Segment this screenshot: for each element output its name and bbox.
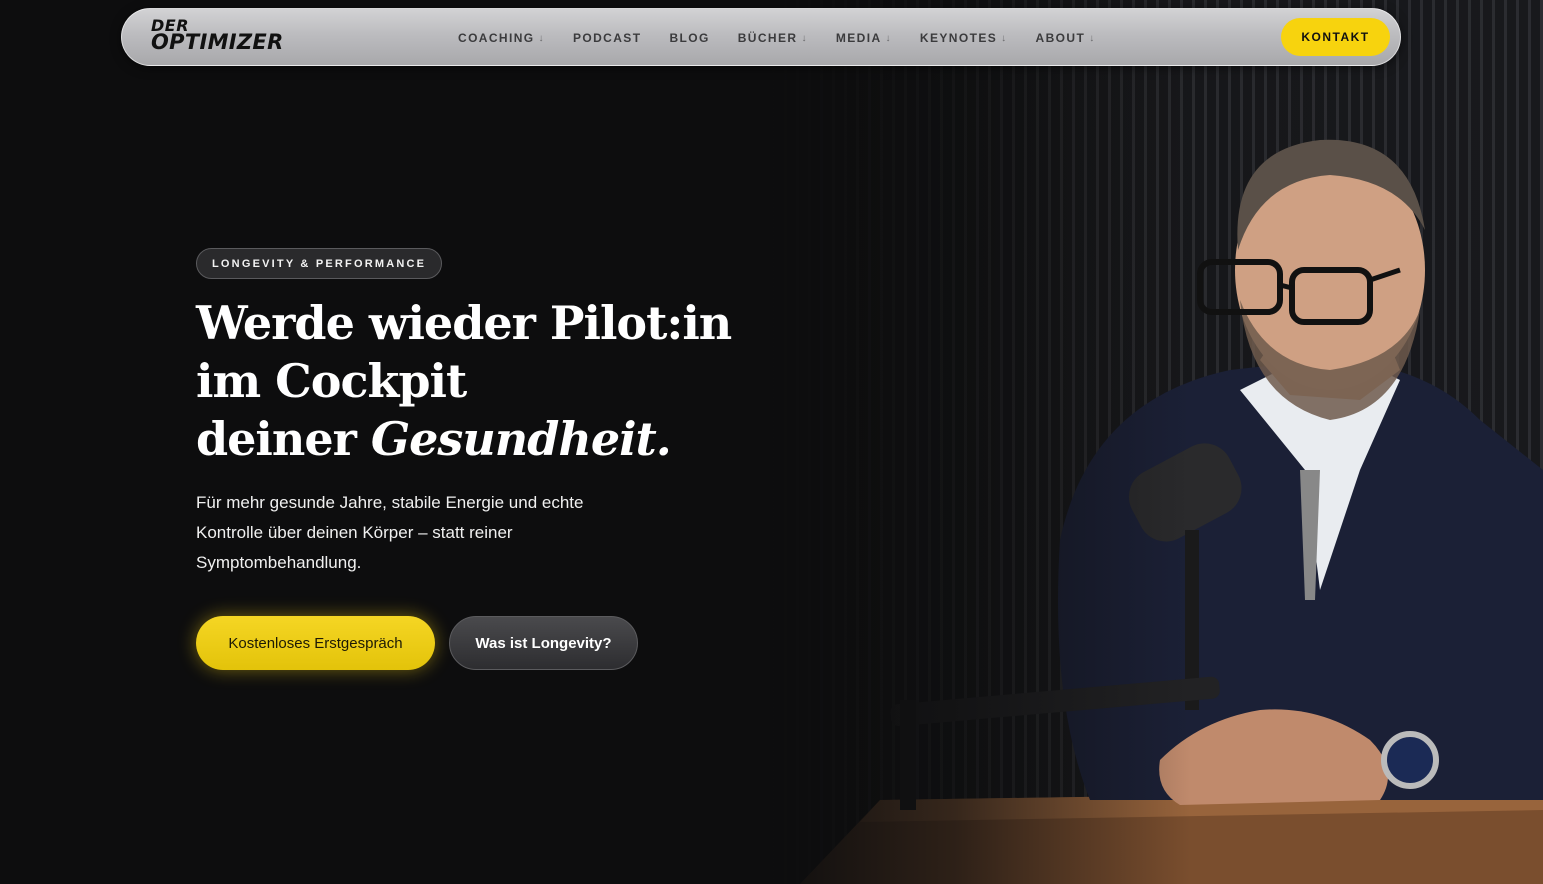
top-navbar: DER OPTIMIZER COACHING ↓ PODCAST BLOG BÜ… (121, 8, 1401, 66)
brand-line2: OPTIMIZER (151, 30, 284, 55)
photo-fade-overlay (760, 0, 1543, 884)
kontakt-button[interactable]: KONTAKT (1281, 18, 1390, 56)
hero-photo (760, 0, 1543, 884)
nav-item-keynotes[interactable]: KEYNOTES ↓ (920, 31, 1008, 45)
nav-item-label: ABOUT (1035, 31, 1086, 45)
chevron-down-icon: ↓ (1001, 32, 1008, 44)
what-is-longevity-button[interactable]: Was ist Longevity? (449, 616, 638, 670)
nav-item-media[interactable]: MEDIA ↓ (836, 31, 892, 45)
nav-item-coaching[interactable]: COACHING ↓ (458, 31, 545, 45)
hero-title: Werde wieder Pilot:in im Cockpit deiner … (196, 294, 732, 468)
nav-item-buecher[interactable]: BÜCHER ↓ (738, 31, 808, 45)
nav-item-label: MEDIA (835, 31, 882, 45)
chevron-down-icon: ↓ (538, 32, 545, 44)
nav-item-blog[interactable]: BLOG (669, 31, 709, 45)
nav-item-label: BLOG (669, 31, 710, 45)
hero-subtitle: Für mehr gesunde Jahre, stabile Energie … (196, 493, 584, 572)
main-nav: COACHING ↓ PODCAST BLOG BÜCHER ↓ MEDIA ↓… (458, 9, 1096, 67)
free-consultation-button[interactable]: Kostenloses Erstgespräch (196, 616, 435, 670)
chevron-down-icon: ↓ (1089, 32, 1096, 44)
chevron-down-icon: ↓ (885, 32, 892, 44)
nav-item-label: COACHING (458, 31, 535, 45)
nav-item-label: BÜCHER (737, 31, 798, 45)
hero-title-line1: Werde wieder Pilot:in (196, 296, 732, 350)
hero-title-line3: deiner (196, 412, 371, 466)
hero-title-line2: im Cockpit (196, 354, 467, 408)
hero-badge: LONGEVITY & PERFORMANCE (196, 248, 443, 279)
brand-logo[interactable]: DER OPTIMIZER (151, 17, 284, 55)
nav-item-podcast[interactable]: PODCAST (573, 31, 641, 45)
nav-item-label: KEYNOTES (919, 31, 998, 45)
chevron-down-icon: ↓ (801, 32, 808, 44)
nav-item-label: PODCAST (572, 31, 642, 45)
nav-item-about[interactable]: ABOUT ↓ (1036, 31, 1096, 45)
hero-title-emphasis: Gesundheit. (370, 412, 672, 466)
